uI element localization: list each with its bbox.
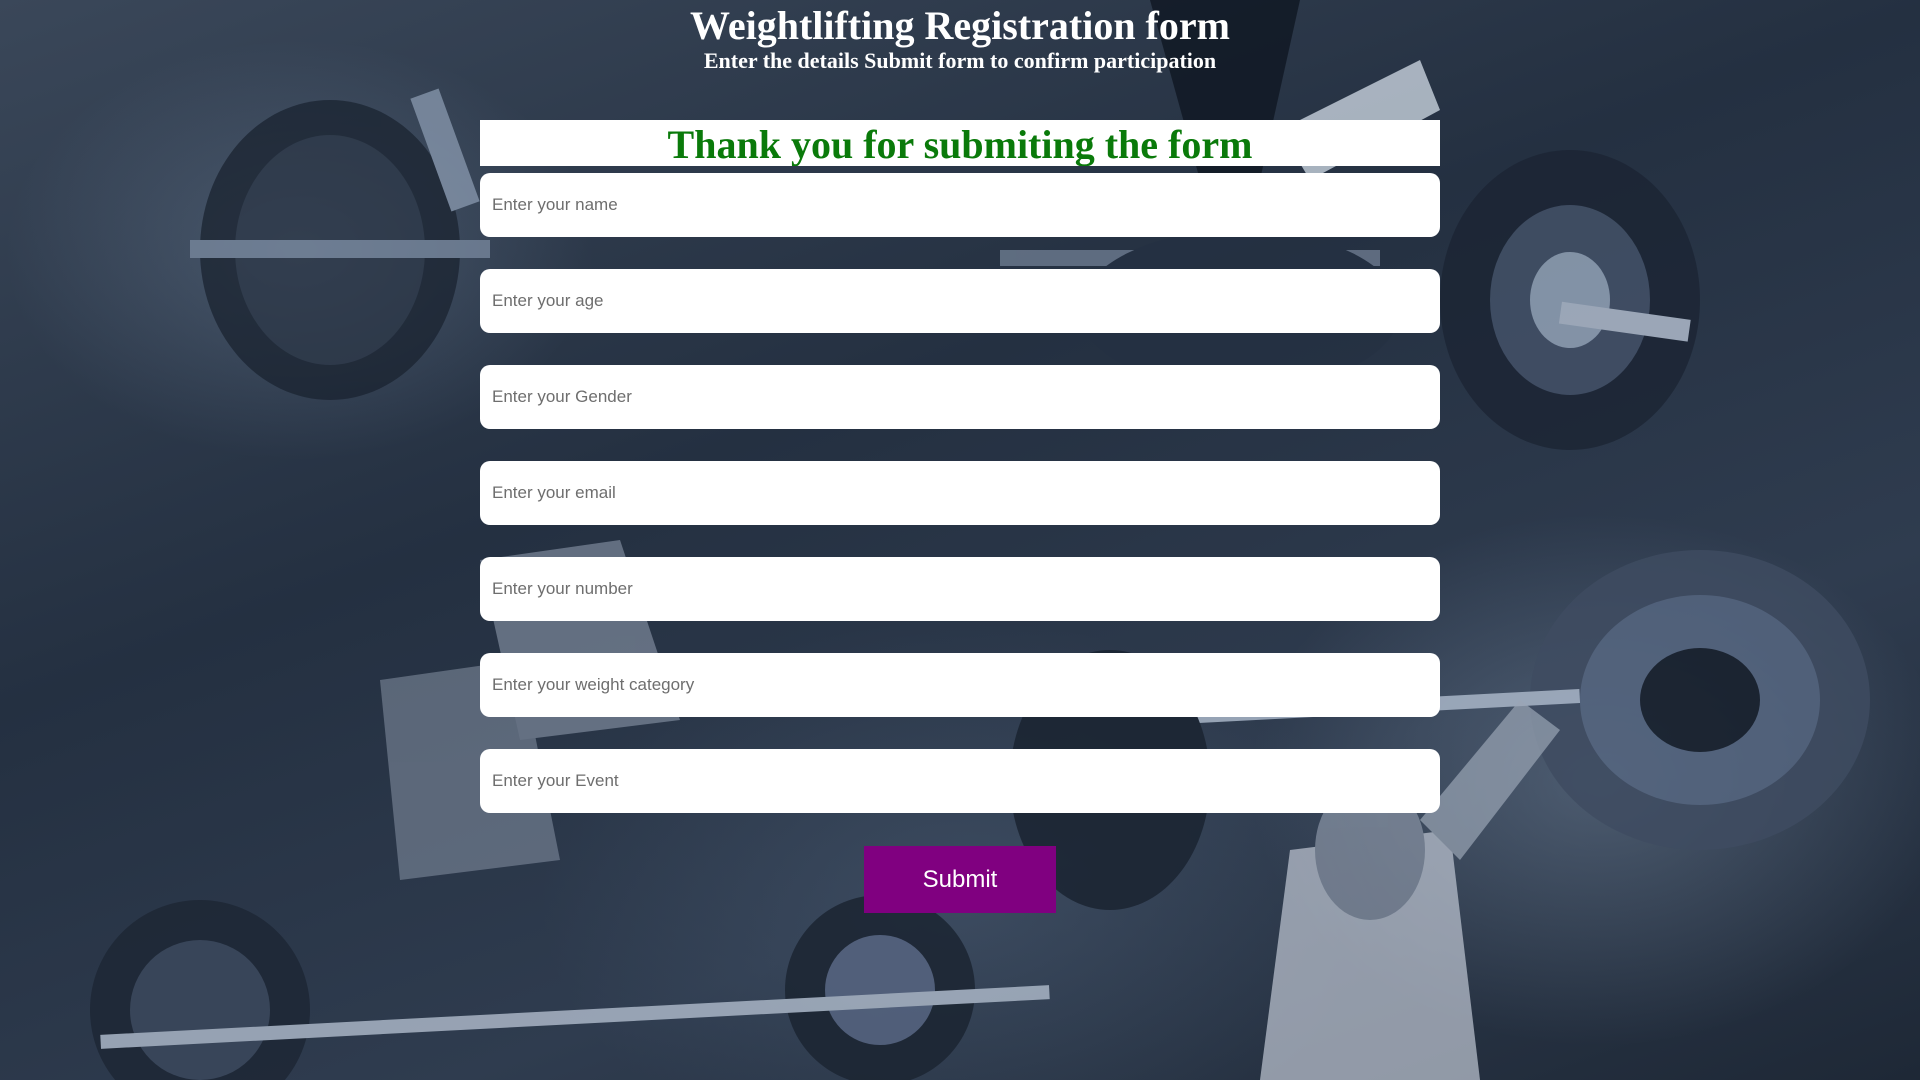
gender-field[interactable] xyxy=(480,365,1440,429)
name-field[interactable] xyxy=(480,173,1440,237)
phone-number-field[interactable] xyxy=(480,557,1440,621)
page-title: Weightlifting Registration form xyxy=(690,3,1230,48)
submit-button[interactable]: Submit xyxy=(864,846,1056,913)
page-content: Weightlifting Registration form Enter th… xyxy=(0,0,1920,1080)
email-field[interactable] xyxy=(480,461,1440,525)
success-message: Thank you for submiting the form xyxy=(480,120,1440,166)
age-field[interactable] xyxy=(480,269,1440,333)
weight-category-field[interactable] xyxy=(480,653,1440,717)
page-subtitle: Enter the details Submit form to confirm… xyxy=(703,48,1217,73)
event-field[interactable] xyxy=(480,749,1440,813)
